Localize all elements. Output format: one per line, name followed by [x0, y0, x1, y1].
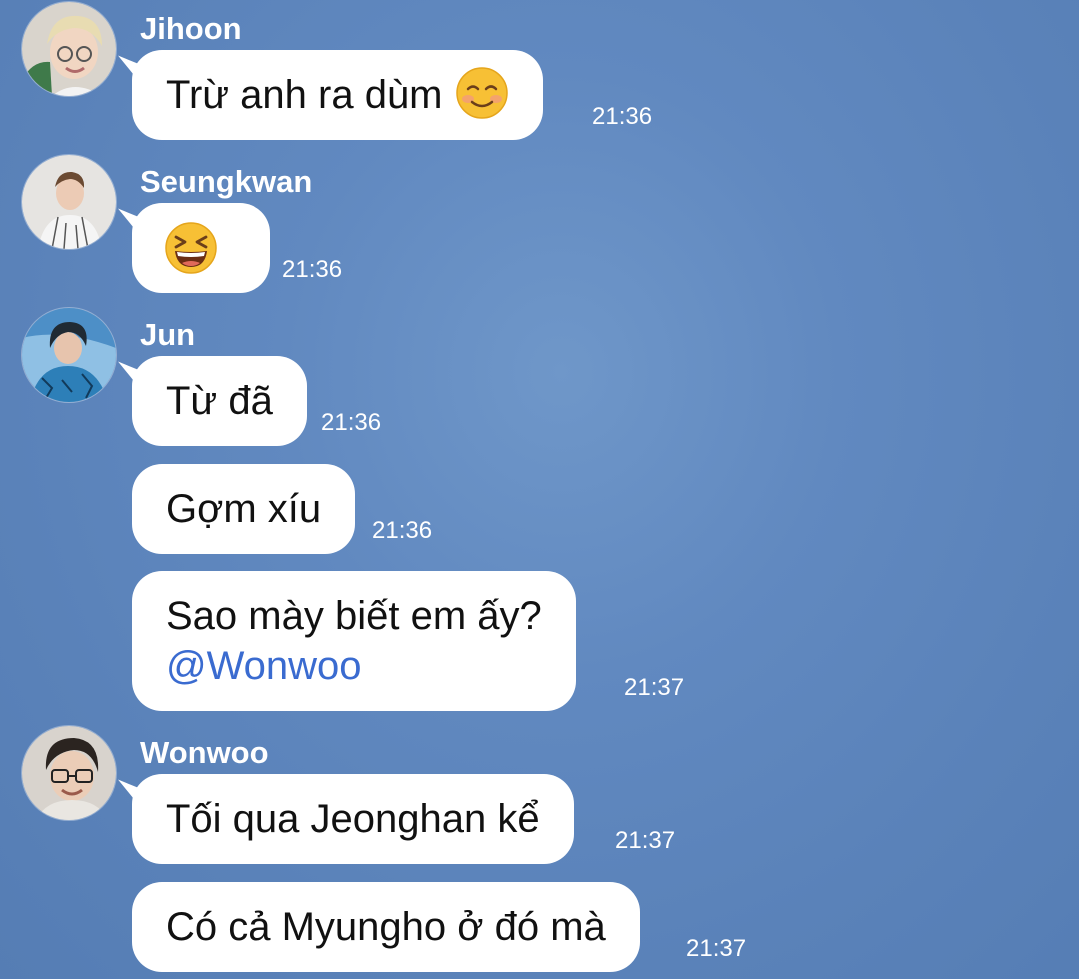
- mention-link[interactable]: @Wonwoo: [166, 641, 542, 691]
- message-bubble[interactable]: Từ đã: [132, 356, 307, 446]
- message-timestamp: 21:36: [282, 256, 343, 283]
- avatar-wonwoo-image: [22, 726, 116, 820]
- message-timestamp: 21:37: [686, 935, 747, 962]
- avatar-jun-image: [22, 308, 116, 402]
- message-text: Từ đã: [166, 379, 273, 423]
- message-timestamp: 21:36: [321, 409, 382, 436]
- sender-name-wonwoo: Wonwoo: [140, 735, 269, 770]
- avatar-seungkwan-image: [22, 155, 116, 249]
- smiling-face-icon: [455, 66, 509, 120]
- avatar-seungkwan[interactable]: [22, 155, 116, 249]
- message-timestamp: 21:37: [624, 674, 685, 701]
- message-text: Có cả Myungho ở đó mà: [166, 905, 606, 949]
- message-timestamp: 21:36: [372, 517, 433, 544]
- avatar-jun[interactable]: [22, 308, 116, 402]
- message-text: Gợm xíu: [166, 487, 322, 531]
- message-timestamp: 21:36: [592, 103, 653, 130]
- sender-name-jihoon: Jihoon: [140, 11, 242, 46]
- message-bubble[interactable]: Sao mày biết em ấy? @Wonwoo: [132, 571, 576, 711]
- grinning-squinting-face-icon: [164, 221, 218, 275]
- message-bubble[interactable]: Gợm xíu: [132, 464, 356, 554]
- avatar-jihoon[interactable]: [22, 2, 116, 96]
- message-bubble[interactable]: Tối qua Jeonghan kể: [132, 774, 574, 864]
- sender-name-seungkwan: Seungkwan: [140, 164, 313, 199]
- message-bubble[interactable]: Trừ anh ra dùm: [132, 50, 543, 140]
- message-text: Tối qua Jeonghan kể: [166, 797, 540, 841]
- message-text: Sao mày biết em ấy?: [166, 594, 542, 638]
- avatar-wonwoo[interactable]: [22, 726, 116, 820]
- message-timestamp: 21:37: [615, 827, 676, 854]
- message-text: Trừ anh ra dùm: [166, 73, 443, 117]
- avatar-jihoon-image: [22, 2, 116, 96]
- message-bubble[interactable]: Có cả Myungho ở đó mà: [132, 882, 640, 972]
- sender-name-jun: Jun: [140, 317, 196, 352]
- message-bubble[interactable]: [132, 203, 270, 293]
